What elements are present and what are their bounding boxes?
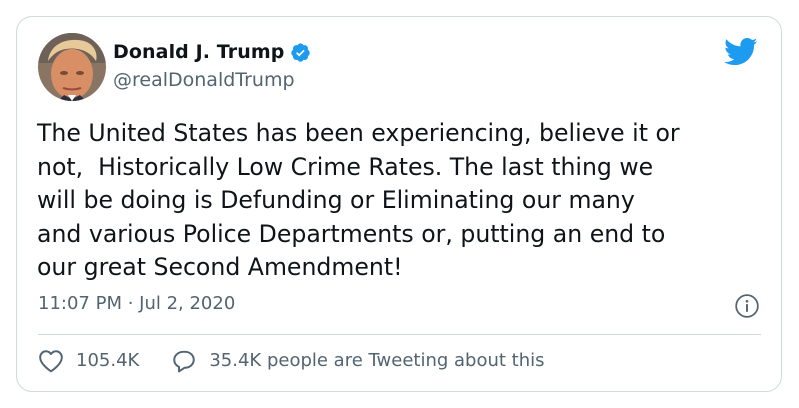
divider [38, 334, 761, 335]
tweet-timestamp[interactable]: 11:07 PM · Jul 2, 2020 [38, 292, 235, 316]
like-count: 105.4K [76, 350, 140, 371]
twitter-bird-icon[interactable] [724, 37, 758, 67]
author-display-name[interactable]: Donald J. Trump [113, 41, 284, 63]
speech-bubble-icon [173, 350, 196, 373]
verified-badge-icon [291, 42, 311, 62]
author-avatar[interactable] [38, 33, 106, 101]
author-handle[interactable]: @realDonaldTrump [113, 68, 295, 92]
author-name-row[interactable]: Donald J. Trump [113, 41, 311, 63]
info-icon[interactable] [734, 293, 760, 319]
engagement-bar: 105.4K 35.4K people are Tweeting about t… [38, 349, 545, 373]
like-button[interactable]: 105.4K [38, 349, 139, 373]
conversation-button[interactable]: 35.4K people are Tweeting about this [171, 349, 545, 373]
heart-icon [39, 350, 63, 373]
tweet-text: The United States has been experiencing,… [37, 119, 680, 282]
tweet-card[interactable]: Donald J. Trump @realDonaldTrump The Uni… [16, 16, 782, 392]
conversation-label: 35.4K people are Tweeting about this [209, 350, 545, 371]
